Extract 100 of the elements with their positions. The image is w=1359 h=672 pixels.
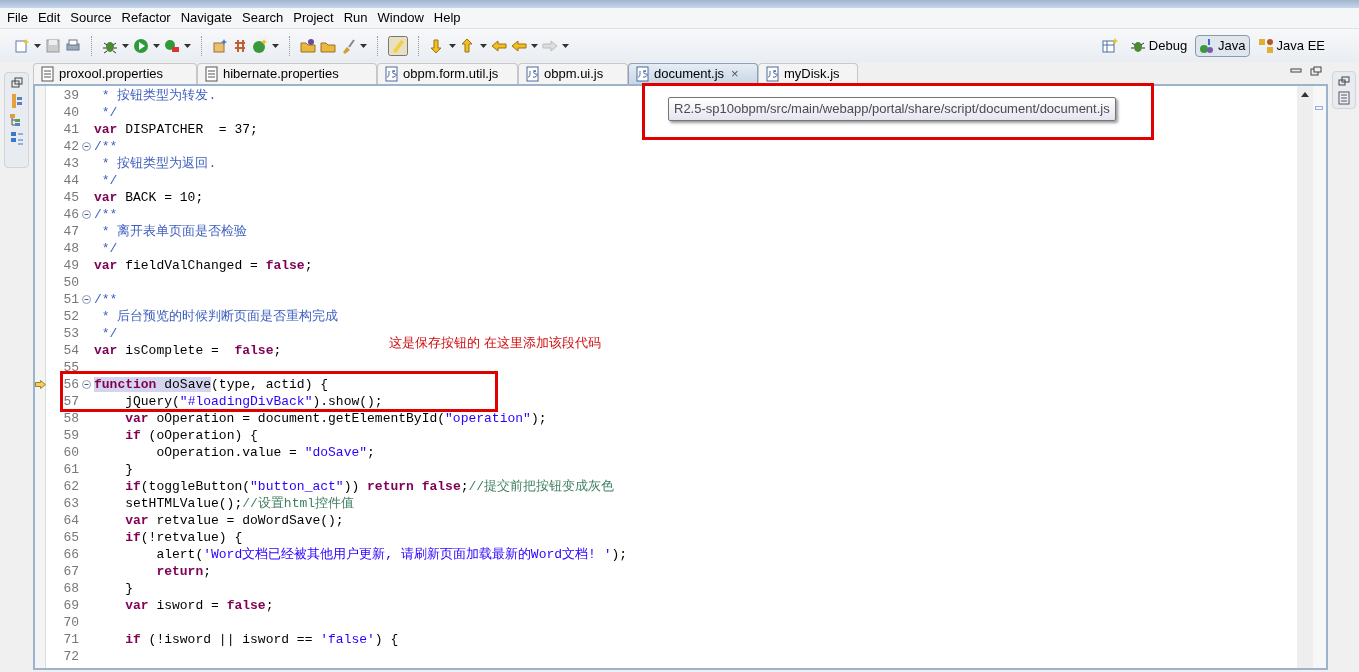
perspective-icon [1199,37,1216,54]
line-number: 61 [62,461,79,478]
code-line: } [124,461,133,478]
line-number: 47 [62,223,79,240]
file-icon [525,66,539,82]
code-line: return; [155,563,212,580]
code-line: if(!retvalue) { [124,529,243,546]
file-icon [765,66,779,82]
line-number: 56 [62,376,79,393]
line-number: 40 [62,104,79,121]
menu-item[interactable]: Run [338,8,373,28]
line-number: 50 [62,274,79,291]
caret-icon[interactable] [122,43,129,48]
scroll-up-icon[interactable] [1301,92,1309,97]
menu-item[interactable]: Search [237,8,289,28]
menu-item[interactable]: Refactor [116,8,176,28]
caret-icon[interactable] [480,43,487,48]
collapse-icon[interactable] [81,380,91,389]
collapse-icon[interactable] [81,142,91,151]
caret-icon[interactable] [562,43,569,48]
code-line: } [124,580,133,597]
perspective-button[interactable]: Java [1195,34,1250,57]
code-line: */ [100,172,118,189]
line-number: 48 [62,240,79,257]
line-number: 39 [62,87,79,104]
code-line: function doSave(type, actid) { [94,376,329,393]
run-tool-icon[interactable] [164,37,180,54]
line-number: 72 [62,648,79,665]
file-icon [384,66,398,82]
line-number: 68 [62,580,79,597]
code-line: var oOperation = document.getElementById("operation"); [124,410,547,427]
scrollbar[interactable] [1297,86,1313,668]
print-icon[interactable] [65,37,81,54]
package-icon[interactable] [212,37,228,54]
line-number: 46 [62,206,79,223]
hierarchy-icon[interactable] [9,93,24,109]
code-line: /** [94,291,118,308]
editor-tab[interactable]: document.js × [628,63,758,84]
collapse-icon[interactable] [81,210,91,219]
line-number: 52 [62,308,79,325]
line-number: 67 [62,563,79,580]
line-number: 58 [62,410,79,427]
menu-item[interactable]: Project [288,8,339,28]
code-line: var isword = false; [124,597,274,614]
line-number: 65 [62,529,79,546]
menu-item[interactable]: File [2,8,33,28]
perspective-icon [1257,37,1274,54]
document-icon[interactable] [1337,91,1350,105]
grid-icon[interactable] [232,37,248,54]
editor-tab[interactable]: myDisk.js [758,63,858,84]
perspective-button[interactable]: Debug [1125,34,1192,57]
menu-item[interactable]: Navigate [175,8,237,28]
line-number: 69 [62,597,79,614]
line-number: 59 [62,427,79,444]
caret-icon[interactable] [360,43,367,48]
perspective-button[interactable]: Java EE [1253,34,1329,57]
code-line: /** [94,138,118,155]
editor-tab[interactable]: obpm.form.util.js [377,63,518,84]
code-line: if (oOperation) { [124,427,258,444]
code-line: var retvalue = doWordSave(); [124,512,344,529]
code-line: oOperation.value = "doSave"; [155,444,375,461]
run-icon[interactable] [133,37,149,54]
code-line: if (!isword || isword == 'false') { [124,631,399,648]
maximize-icon[interactable] [1310,66,1322,76]
collapse-icon[interactable] [81,295,91,304]
caret-icon[interactable] [34,43,41,48]
code-line: * 按钮类型为转发. [100,87,217,104]
folder-icon[interactable] [300,37,316,54]
menu-item[interactable]: Help [428,8,466,28]
line-number: 71 [62,631,79,648]
menu-item[interactable]: Edit [32,8,66,28]
code-line: /** [94,206,118,223]
line-number: 49 [62,257,79,274]
line-number: 62 [62,478,79,495]
editor-tab[interactable]: proxool.properties [33,63,197,84]
caret-icon[interactable] [272,43,279,48]
outline-icon[interactable] [9,131,24,147]
caret-icon[interactable] [531,43,538,48]
code-line: var isComplete = false; [94,342,282,359]
restore-icon[interactable] [1337,76,1350,86]
code-line: alert('Word文档已经被其他用户更新, 请刷新页面加载最新的Word文档! '); [155,546,628,563]
minimize-icon[interactable] [1290,66,1302,76]
menu-item[interactable]: Window [372,8,429,28]
line-number: 53 [62,325,79,342]
highlighter-icon[interactable] [388,35,408,56]
open-perspective-icon[interactable] [1101,37,1118,54]
line-number: 57 [62,393,79,410]
restore-icon[interactable] [10,77,23,89]
line-number: 42 [62,138,79,155]
menu-item[interactable]: Source [65,8,117,28]
close-tab-button[interactable]: × [731,64,739,84]
code-line: */ [100,104,118,121]
editor-tab[interactable]: obpm.ui.js [518,63,628,84]
line-number: 45 [62,189,79,206]
caret-icon[interactable] [184,43,191,48]
caret-icon[interactable] [449,43,456,48]
overview-mark [1315,106,1323,110]
tooltip: R2.5-sp10obpm/src/main/webapp/portal/share/script/document/document.js [668,97,1116,121]
editor-tab[interactable]: hibernate.properties [197,63,377,84]
caret-icon[interactable] [153,43,160,48]
